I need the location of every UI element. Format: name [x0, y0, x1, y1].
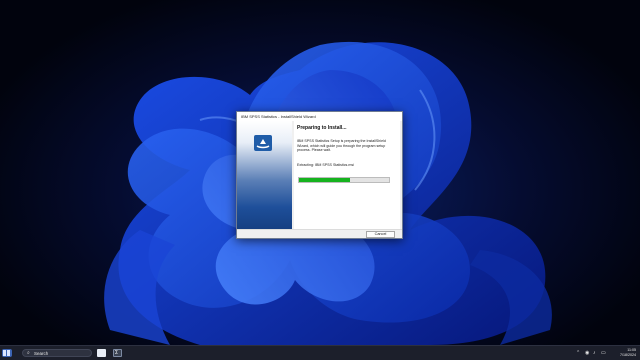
dialog-content: Preparing to Install... IBM SPSS Statist… [294, 121, 400, 229]
taskbar-search-box[interactable]: ⌕ Search [22, 349, 92, 357]
search-icon: ⌕ [27, 350, 30, 356]
clock-date[interactable]: 7/18/2024 [610, 353, 636, 357]
progress-bar-fill [299, 178, 351, 182]
terminal-icon[interactable]: Σ [113, 349, 122, 357]
battery-icon[interactable]: ▭ [601, 350, 606, 356]
search-label: Search [34, 351, 49, 356]
dialog-side-banner [237, 121, 292, 229]
file-explorer-icon[interactable] [97, 349, 106, 357]
system-tray: ⌃ ◉ ♪ ▭ 11:05 7/18/2024 [576, 347, 636, 360]
progress-bar [298, 177, 390, 183]
network-icon[interactable]: ◉ [585, 350, 589, 356]
start-icon[interactable] [2, 349, 12, 357]
clock-time[interactable]: 11:05 [614, 348, 636, 352]
extract-status: Extracting: IBM SPSS Statistics.msi [297, 163, 354, 167]
dialog-description: IBM SPSS Statistics Setup is preparing t… [297, 139, 386, 153]
installshield-dialog: IBM SPSS Statistics - InstallShield Wiza… [236, 111, 403, 239]
dialog-title: IBM SPSS Statistics - InstallShield Wiza… [237, 112, 402, 121]
taskbar: ⌕ Search Σ ⌃ ◉ ♪ ▭ 11:05 7/18/2024 [0, 345, 640, 360]
dialog-footer: Cancel [237, 229, 402, 238]
chevron-up-icon[interactable]: ⌃ [576, 350, 580, 356]
dialog-heading: Preparing to Install... [297, 125, 347, 131]
spss-logo-icon [254, 135, 272, 151]
cancel-button[interactable]: Cancel [366, 231, 395, 238]
volume-icon[interactable]: ♪ [593, 350, 596, 356]
